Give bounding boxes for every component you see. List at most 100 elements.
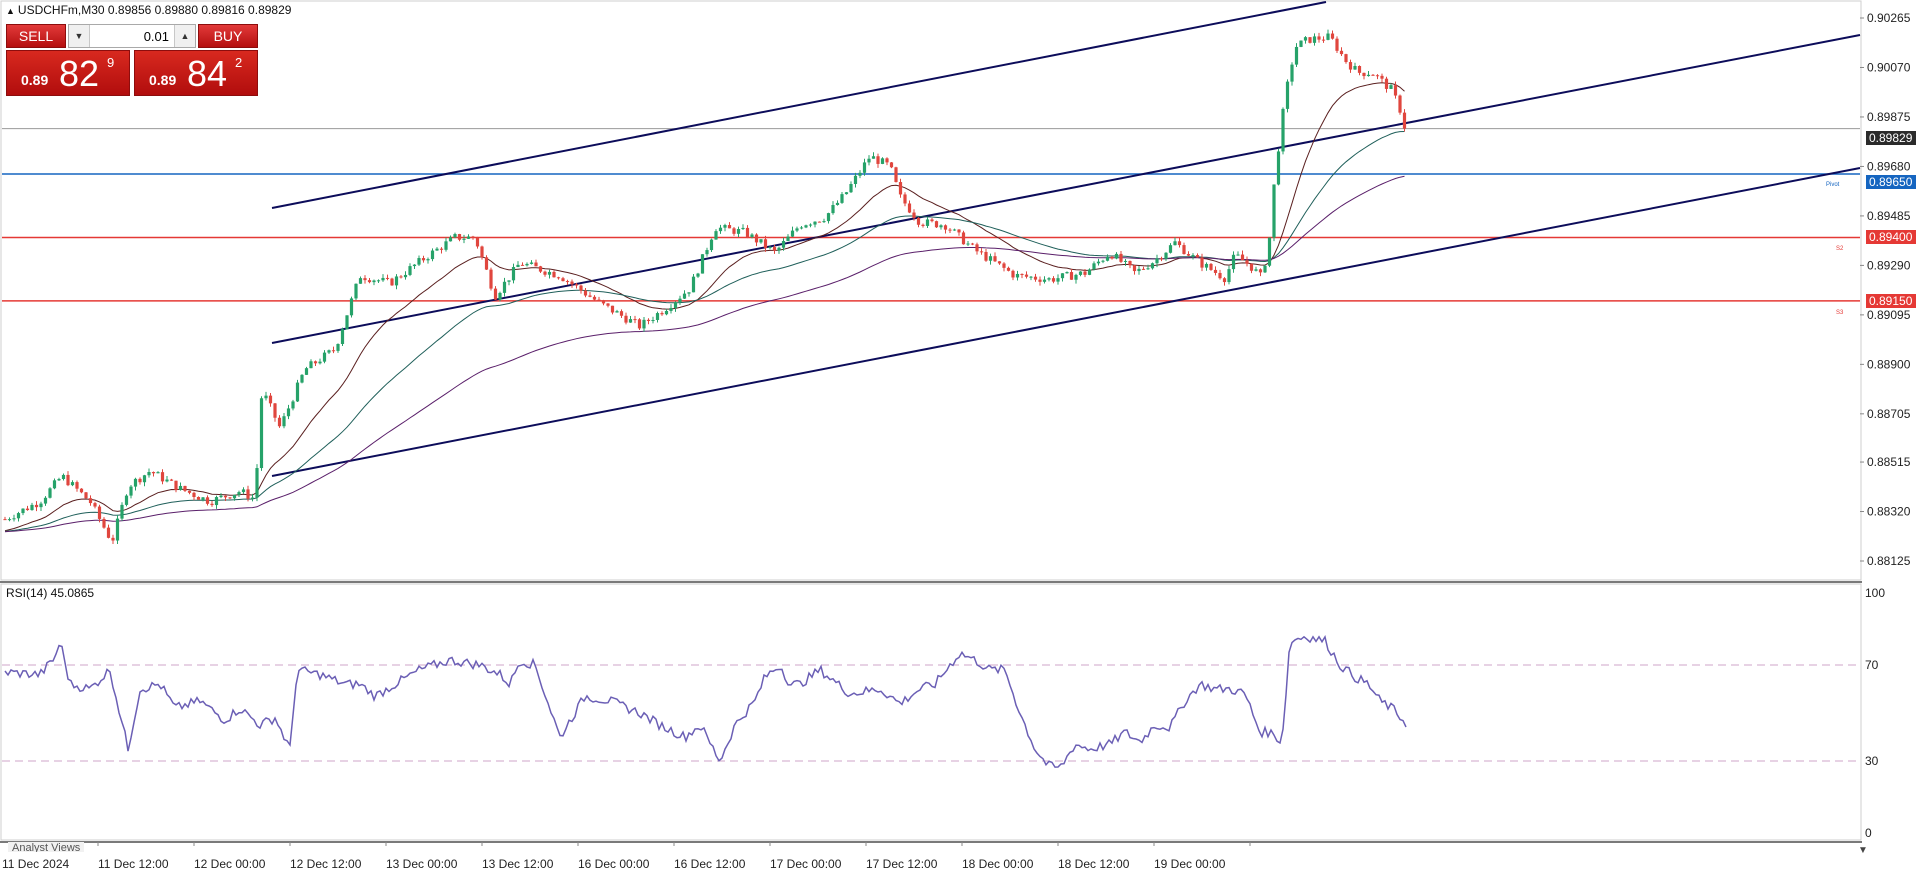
candle-body [1380,75,1384,79]
candle-body [484,257,489,270]
candle-body [210,503,214,506]
candle-body [525,263,529,266]
symbol-info: USDCHFm,M30 0.89856 0.89880 0.89816 0.89… [17,3,292,17]
candle-body [192,492,196,498]
candle-body [871,156,876,159]
candle-body [151,472,156,474]
candle [624,312,628,325]
candle [601,299,606,306]
candle-body [858,172,862,176]
candle [30,502,34,511]
candle [813,221,817,228]
candle-body [984,251,988,261]
candle-body [1339,50,1344,55]
candle-body [511,267,516,281]
candle [507,280,511,286]
candle [48,487,52,499]
candle-body [1002,263,1006,268]
price-chart[interactable]: 0.902650.900700.898750.896800.894850.892… [0,0,1916,874]
candle [97,504,102,523]
candle-body [682,293,687,299]
candle [219,493,223,499]
candle [1335,36,1339,54]
candle-body [1312,36,1317,43]
candle [1182,242,1186,255]
sell-quote[interactable]: 0.89 82 9 [6,50,130,96]
candle-body [1321,39,1326,41]
candle [925,217,930,229]
candle [7,517,12,522]
candle [66,471,70,487]
lot-increase-icon[interactable]: ▲ [174,25,195,47]
candle-body [790,230,795,237]
candle-body [201,497,205,500]
buy-quote[interactable]: 0.89 84 2 [134,50,258,96]
candle-body [1335,38,1339,51]
candle-body [142,475,147,483]
buy-button[interactable]: BUY [198,24,258,48]
candle [192,491,196,501]
candle [1294,43,1299,67]
candle-body [1236,254,1240,256]
candle-body [178,485,183,491]
candle-body [1258,269,1263,273]
analyst-views-tab[interactable]: Analyst Views [8,842,85,852]
candle [885,157,889,166]
candle [115,514,120,545]
candle-body [1200,257,1204,268]
candle [732,226,736,236]
candle [1402,109,1407,132]
scroll-down-arrow-icon[interactable]: ▼ [1858,845,1868,856]
candle [592,295,597,301]
lot-decrease-icon[interactable]: ▼ [69,25,90,47]
candle [795,226,799,233]
candle [1249,263,1254,274]
candle [970,242,975,246]
candle-body [187,490,192,493]
channel-trendline [271,34,1861,344]
candle [1056,274,1060,285]
sell-button[interactable]: SELL [6,24,66,48]
candle-body [232,494,237,499]
candle [291,399,295,411]
candle-body [741,227,745,230]
candle [502,277,507,297]
pivot-tag: Pivot [1826,182,1840,188]
candle [705,247,709,257]
candle-body [507,280,511,282]
candle-body [16,513,21,519]
candle-body [115,518,120,541]
candle-body [1344,54,1348,63]
candle [1038,276,1042,286]
candle-body [777,247,781,251]
candle [790,226,795,238]
candle [1200,253,1204,272]
candle-body [889,162,894,168]
candle-body [286,408,291,417]
candle-body [1227,269,1231,283]
candle-body [754,234,759,243]
candle [867,155,871,166]
candle-body [1078,271,1083,275]
price-axis-label: 0.88320 [1867,505,1911,519]
candle [538,265,543,273]
candle [1380,73,1384,83]
candle [327,349,331,355]
candle [1213,266,1218,276]
candle [1141,266,1146,270]
candle-body [813,221,817,225]
candle [111,534,115,545]
lot-size-stepper[interactable]: ▼ ▲ [68,24,196,48]
collapse-triangle-icon[interactable]: ▲ [6,6,15,16]
candle [259,396,264,471]
candle-body [1020,273,1024,275]
candle [597,296,601,302]
candle-body [1240,254,1245,261]
lot-size-input[interactable] [91,25,173,47]
rsi-indicator-label: RSI(14) 45.0865 [6,586,95,600]
candle-body [435,248,439,251]
current-price-label: 0.89829 [1866,131,1916,145]
candle [916,217,921,228]
candle-body [687,292,691,294]
candle-body [1348,62,1353,70]
